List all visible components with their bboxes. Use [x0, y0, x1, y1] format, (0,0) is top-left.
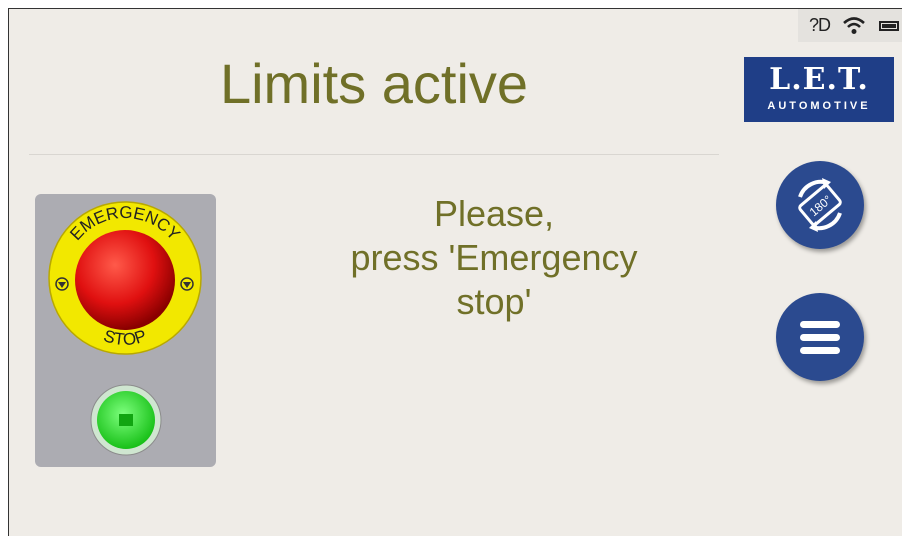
- message-line-2: press 'Emergency: [350, 237, 638, 278]
- company-logo: L.E.T. AUTOMOTIVE: [744, 57, 894, 122]
- message-line-1: Please,: [433, 193, 555, 234]
- rotate-180-icon: 180°: [798, 178, 842, 232]
- status-bar: ?D: [798, 9, 902, 42]
- rotate-screen-button[interactable]: 180°: [776, 161, 864, 249]
- instruction-message: Please, press 'Emergency stop': [269, 192, 719, 324]
- menu-button[interactable]: [776, 293, 864, 381]
- emergency-stop-graphic[interactable]: EMERGENCY STOP: [35, 194, 216, 467]
- status-indicator: ?D: [808, 15, 831, 35]
- emergency-stop-panel: EMERGENCY STOP: [35, 194, 216, 467]
- logo-sub-text: AUTOMOTIVE: [767, 100, 871, 112]
- message-line-3: stop': [456, 281, 532, 322]
- logo-main-text: L.E.T.: [769, 62, 869, 97]
- page-title: Limits active: [219, 52, 529, 115]
- wifi-icon: [843, 16, 865, 34]
- divider: [29, 154, 719, 155]
- hamburger-menu-icon: [800, 321, 840, 354]
- battery-icon: [879, 20, 899, 31]
- app-screen: ?D Limits active L.E.T. AUTOMOTIVE 180°: [8, 8, 902, 536]
